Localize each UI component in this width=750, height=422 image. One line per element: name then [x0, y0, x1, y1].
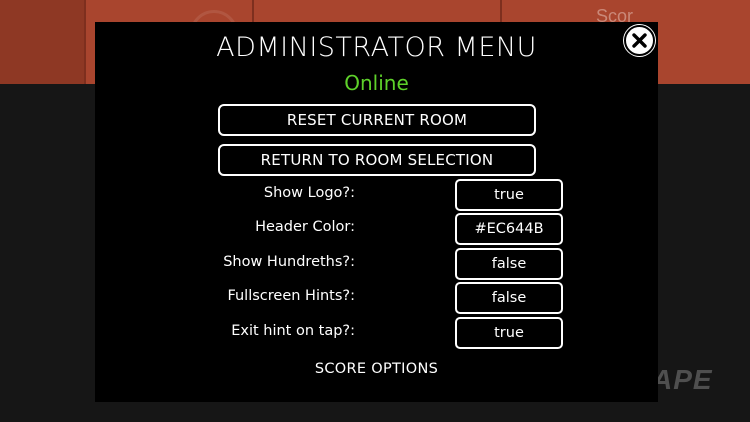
exit-hint-on-tap-toggle[interactable]: true [455, 317, 563, 349]
close-icon [632, 33, 647, 48]
background-header-cell [0, 0, 86, 84]
score-options-heading: SCORE OPTIONS [314, 361, 439, 377]
fullscreen-hints-toggle[interactable]: false [455, 282, 563, 314]
reset-current-room-button[interactable]: RESET CURRENT ROOM [218, 104, 536, 136]
show-hundreths-toggle[interactable]: false [455, 248, 563, 280]
background-logo: APE [652, 364, 713, 395]
modal-title: ADMINISTRATOR MENU [216, 32, 537, 63]
exit-hint-on-tap-label: Exit hint on tap?: [231, 323, 355, 339]
header-color-label: Header Color: [255, 219, 355, 235]
fullscreen-hints-label: Fullscreen Hints?: [227, 288, 355, 304]
show-logo-toggle[interactable]: true [455, 179, 563, 211]
header-color-field[interactable]: #EC644B [455, 213, 563, 245]
show-logo-label: Show Logo?: [263, 185, 355, 201]
connection-status: Online [344, 71, 409, 95]
show-hundreths-label: Show Hundreths?: [223, 254, 355, 270]
return-to-room-selection-button[interactable]: RETURN TO ROOM SELECTION [218, 144, 536, 176]
app-screen: Scor APE ADMINISTRATOR MENU Online RESET… [0, 0, 750, 422]
administrator-menu-modal: ADMINISTRATOR MENU Online RESET CURRENT … [95, 22, 658, 402]
close-modal-button[interactable] [624, 25, 655, 56]
